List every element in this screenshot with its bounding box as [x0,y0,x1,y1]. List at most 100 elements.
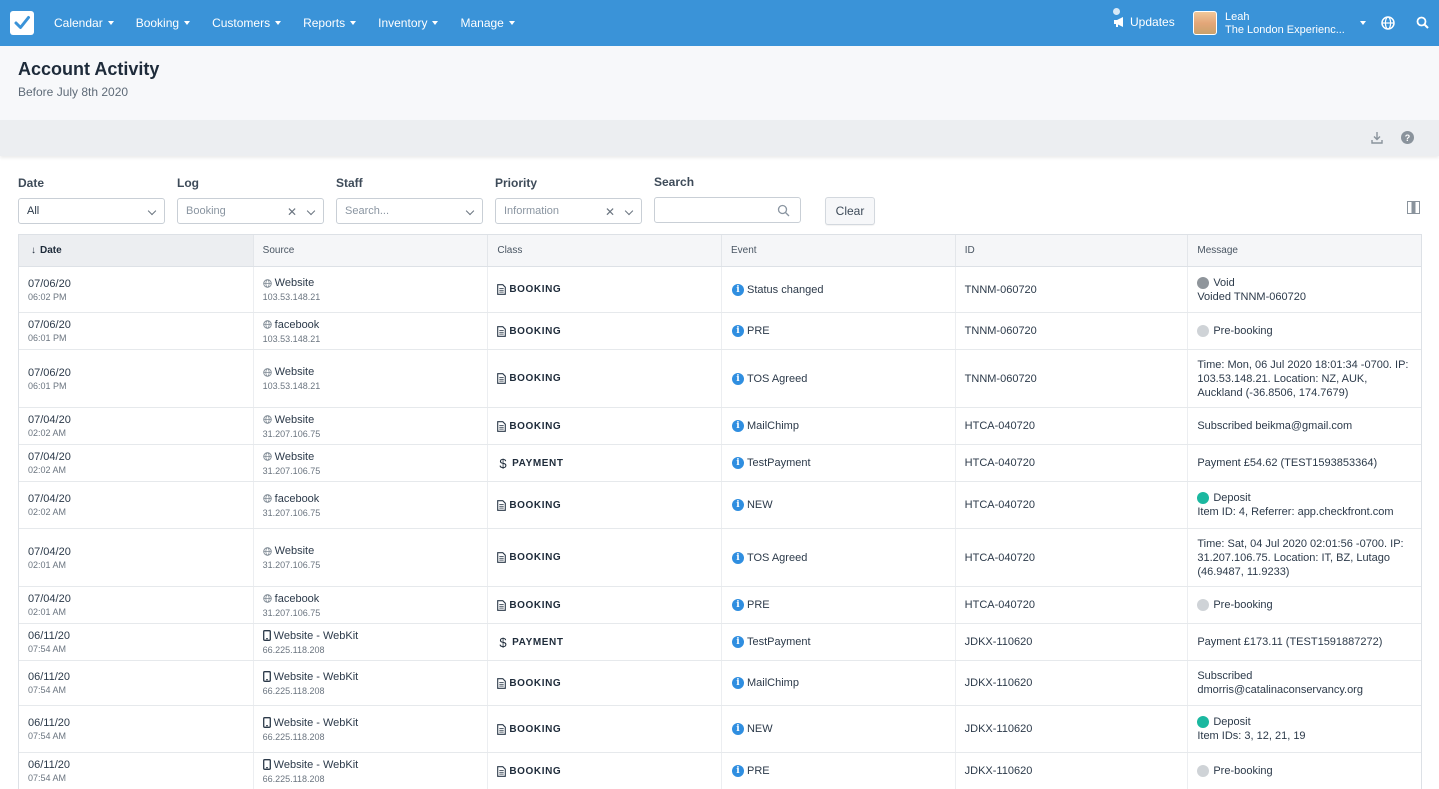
table-row[interactable]: 07/04/20 02:01 AM Website 31.207.106.75 BOOK… [19,529,1421,587]
status-badge: Deposit [1197,491,1413,505]
booking-id-text[interactable]: HTCA-040720 [965,420,1188,432]
table-row[interactable]: 07/06/20 06:02 PM Website 103.53.148.21 BOOK… [19,267,1421,313]
log-select[interactable]: Booking ✕ [177,198,324,224]
nav-reports[interactable]: Reports [292,16,367,30]
table-row[interactable]: 06/11/20 07:54 AM Website - WebKit 66.225.1… [19,661,1421,706]
status-badge: Deposit [1197,715,1413,729]
event-cell: i MailChimp [722,408,956,444]
column-header-class[interactable]: Class [488,235,723,266]
document-icon [497,599,509,611]
priority-select[interactable]: Information ✕ [495,198,642,224]
ip-text: 103.53.148.21 [262,292,321,302]
table-row[interactable]: 07/06/20 06:01 PM facebook 103.53.148.21 BOO… [19,313,1421,350]
search-icon[interactable] [1416,16,1429,29]
source-text: Website - WebKit [273,629,359,642]
date-cell: 07/06/20 06:02 PM [19,267,254,312]
mobile-icon [262,759,274,770]
nav-booking[interactable]: Booking [125,16,201,30]
columns-icon[interactable] [1407,201,1420,214]
message-text: Time: Sat, 04 Jul 2020 02:01:56 -0700. I… [1197,537,1404,578]
user-menu[interactable]: Leah The London Experienc... [1193,11,1345,37]
booking-id-text[interactable]: HTCA-040720 [965,457,1188,469]
document-icon [497,499,509,511]
booking-id-text[interactable]: JDKX-110620 [965,723,1188,735]
clear-log-icon[interactable]: ✕ [287,205,297,219]
document-icon [497,723,509,735]
column-header-id[interactable]: ID [956,235,1189,266]
table-row[interactable]: 06/11/20 07:54 AM Website - WebKit 66.225.1… [19,706,1421,753]
booking-id-text[interactable]: HTCA-040720 [965,599,1188,611]
nav-manage[interactable]: Manage [449,16,525,30]
clear-button[interactable]: Clear [825,197,875,225]
column-header-date[interactable]: ↓ Date [19,235,254,266]
booking-id-text[interactable]: JDKX-110620 [965,677,1188,689]
booking-id-text[interactable]: JDKX-110620 [965,765,1188,777]
help-icon[interactable]: ? [1401,131,1414,144]
header-label: Source [262,245,295,256]
source-cell: Website 31.207.106.75 [254,408,489,444]
megaphone-icon [1114,17,1123,27]
message-text: Payment £54.62 (TEST1593853364) [1197,457,1378,469]
table-row[interactable]: 07/06/20 06:01 PM Website 103.53.148.21 BOOK… [19,350,1421,408]
updates-label: Updates [1130,15,1175,29]
caret-down-icon [432,21,439,25]
source-cell: Website 31.207.106.75 [254,529,489,586]
message-cell: Deposit Item ID: 4, Referrer: app.checkfr… [1188,482,1421,528]
log-filter-label: Log [177,176,199,190]
nav-label: Customers [212,16,271,30]
message-text: Voided TNNM-060720 [1197,290,1306,303]
time-text: 02:02 AM [28,465,67,475]
table-row[interactable]: 07/04/20 02:02 AM Website 31.207.106.75 BOOK… [19,408,1421,445]
chevron-down-icon [306,206,316,216]
event-text: TestPayment [746,636,811,648]
status-label: Pre-booking [1213,325,1273,337]
info-icon: i [731,677,744,689]
booking-id-text[interactable]: HTCA-040720 [965,552,1188,564]
nav-customers[interactable]: Customers [201,16,292,30]
column-header-event[interactable]: Event [722,235,956,266]
table-row[interactable]: 07/04/20 02:02 AM facebook 31.207.106.75 BOO… [19,482,1421,529]
user-caret-down-icon[interactable] [1360,21,1366,25]
nav-label: Reports [303,16,346,30]
globe-icon[interactable] [1381,16,1395,30]
date-text: 07/04/20 [28,545,71,558]
date-text: 07/06/20 [28,277,71,290]
status-label: Void [1213,276,1235,289]
clear-priority-icon[interactable]: ✕ [605,205,615,219]
header-label: Message [1197,245,1238,256]
nav-calendar[interactable]: Calendar [43,16,125,30]
search-input[interactable] [654,197,801,223]
booking-id-text[interactable]: HTCA-040720 [965,499,1188,511]
booking-id-text[interactable]: TNNM-060720 [965,373,1188,385]
nav-inventory[interactable]: Inventory [367,16,449,30]
status-dot-icon [1197,276,1210,289]
column-header-message[interactable]: Message [1188,235,1421,266]
caret-down-icon [184,21,191,25]
id-cell: JDKX-110620 [956,661,1189,705]
booking-id-text[interactable]: TNNM-060720 [965,325,1188,337]
chevron-down-icon [147,206,157,216]
id-cell: JDKX-110620 [956,706,1189,752]
table-row[interactable]: 06/11/20 07:54 AM Website - WebKit 66.225.1… [19,624,1421,661]
download-icon[interactable] [1371,131,1383,144]
source-text: Website - WebKit [273,758,359,771]
source-cell: facebook 31.207.106.75 [254,587,489,623]
date-select[interactable]: All [18,198,165,224]
column-header-source[interactable]: Source [254,235,489,266]
updates-button[interactable]: Updates [1113,8,1175,34]
table-row[interactable]: 06/11/20 07:54 AM Website - WebKit 66.225.1… [19,753,1421,789]
class-cell: BOOKING [488,529,722,586]
booking-id-text[interactable]: JDKX-110620 [965,636,1188,648]
info-icon: i [731,636,744,648]
table-row[interactable]: 07/04/20 02:02 AM Website 31.207.106.75 $ PAY… [19,445,1421,482]
date-text: 06/11/20 [28,671,71,683]
message-cell: Pre-booking [1188,587,1421,623]
table-row[interactable]: 07/04/20 02:01 AM facebook 31.207.106.75 BOO… [19,587,1421,624]
source-cell: Website - WebKit 66.225.118.208 [254,661,489,705]
globe-icon [262,367,275,377]
class-cell: BOOKING [488,313,722,349]
staff-select[interactable]: Search... [336,198,483,224]
info-icon: i [731,599,744,611]
booking-id-text[interactable]: TNNM-060720 [965,284,1188,296]
checkmark-logo-icon[interactable] [10,11,34,35]
